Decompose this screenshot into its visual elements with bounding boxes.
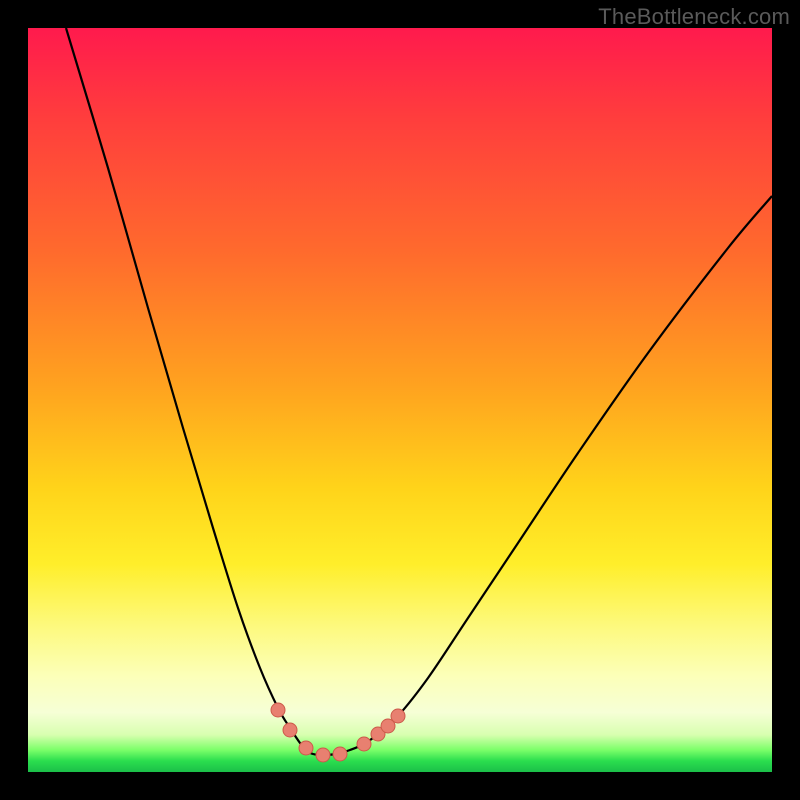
data-marker bbox=[333, 747, 347, 761]
marker-group bbox=[271, 703, 405, 762]
bottleneck-curve bbox=[66, 28, 772, 755]
chart-svg bbox=[28, 28, 772, 772]
data-marker bbox=[283, 723, 297, 737]
watermark-text: TheBottleneck.com bbox=[598, 4, 790, 30]
chart-frame: TheBottleneck.com bbox=[0, 0, 800, 800]
data-marker bbox=[316, 748, 330, 762]
data-marker bbox=[299, 741, 313, 755]
chart-plot-area bbox=[28, 28, 772, 772]
data-marker bbox=[391, 709, 405, 723]
data-marker bbox=[271, 703, 285, 717]
data-marker bbox=[357, 737, 371, 751]
